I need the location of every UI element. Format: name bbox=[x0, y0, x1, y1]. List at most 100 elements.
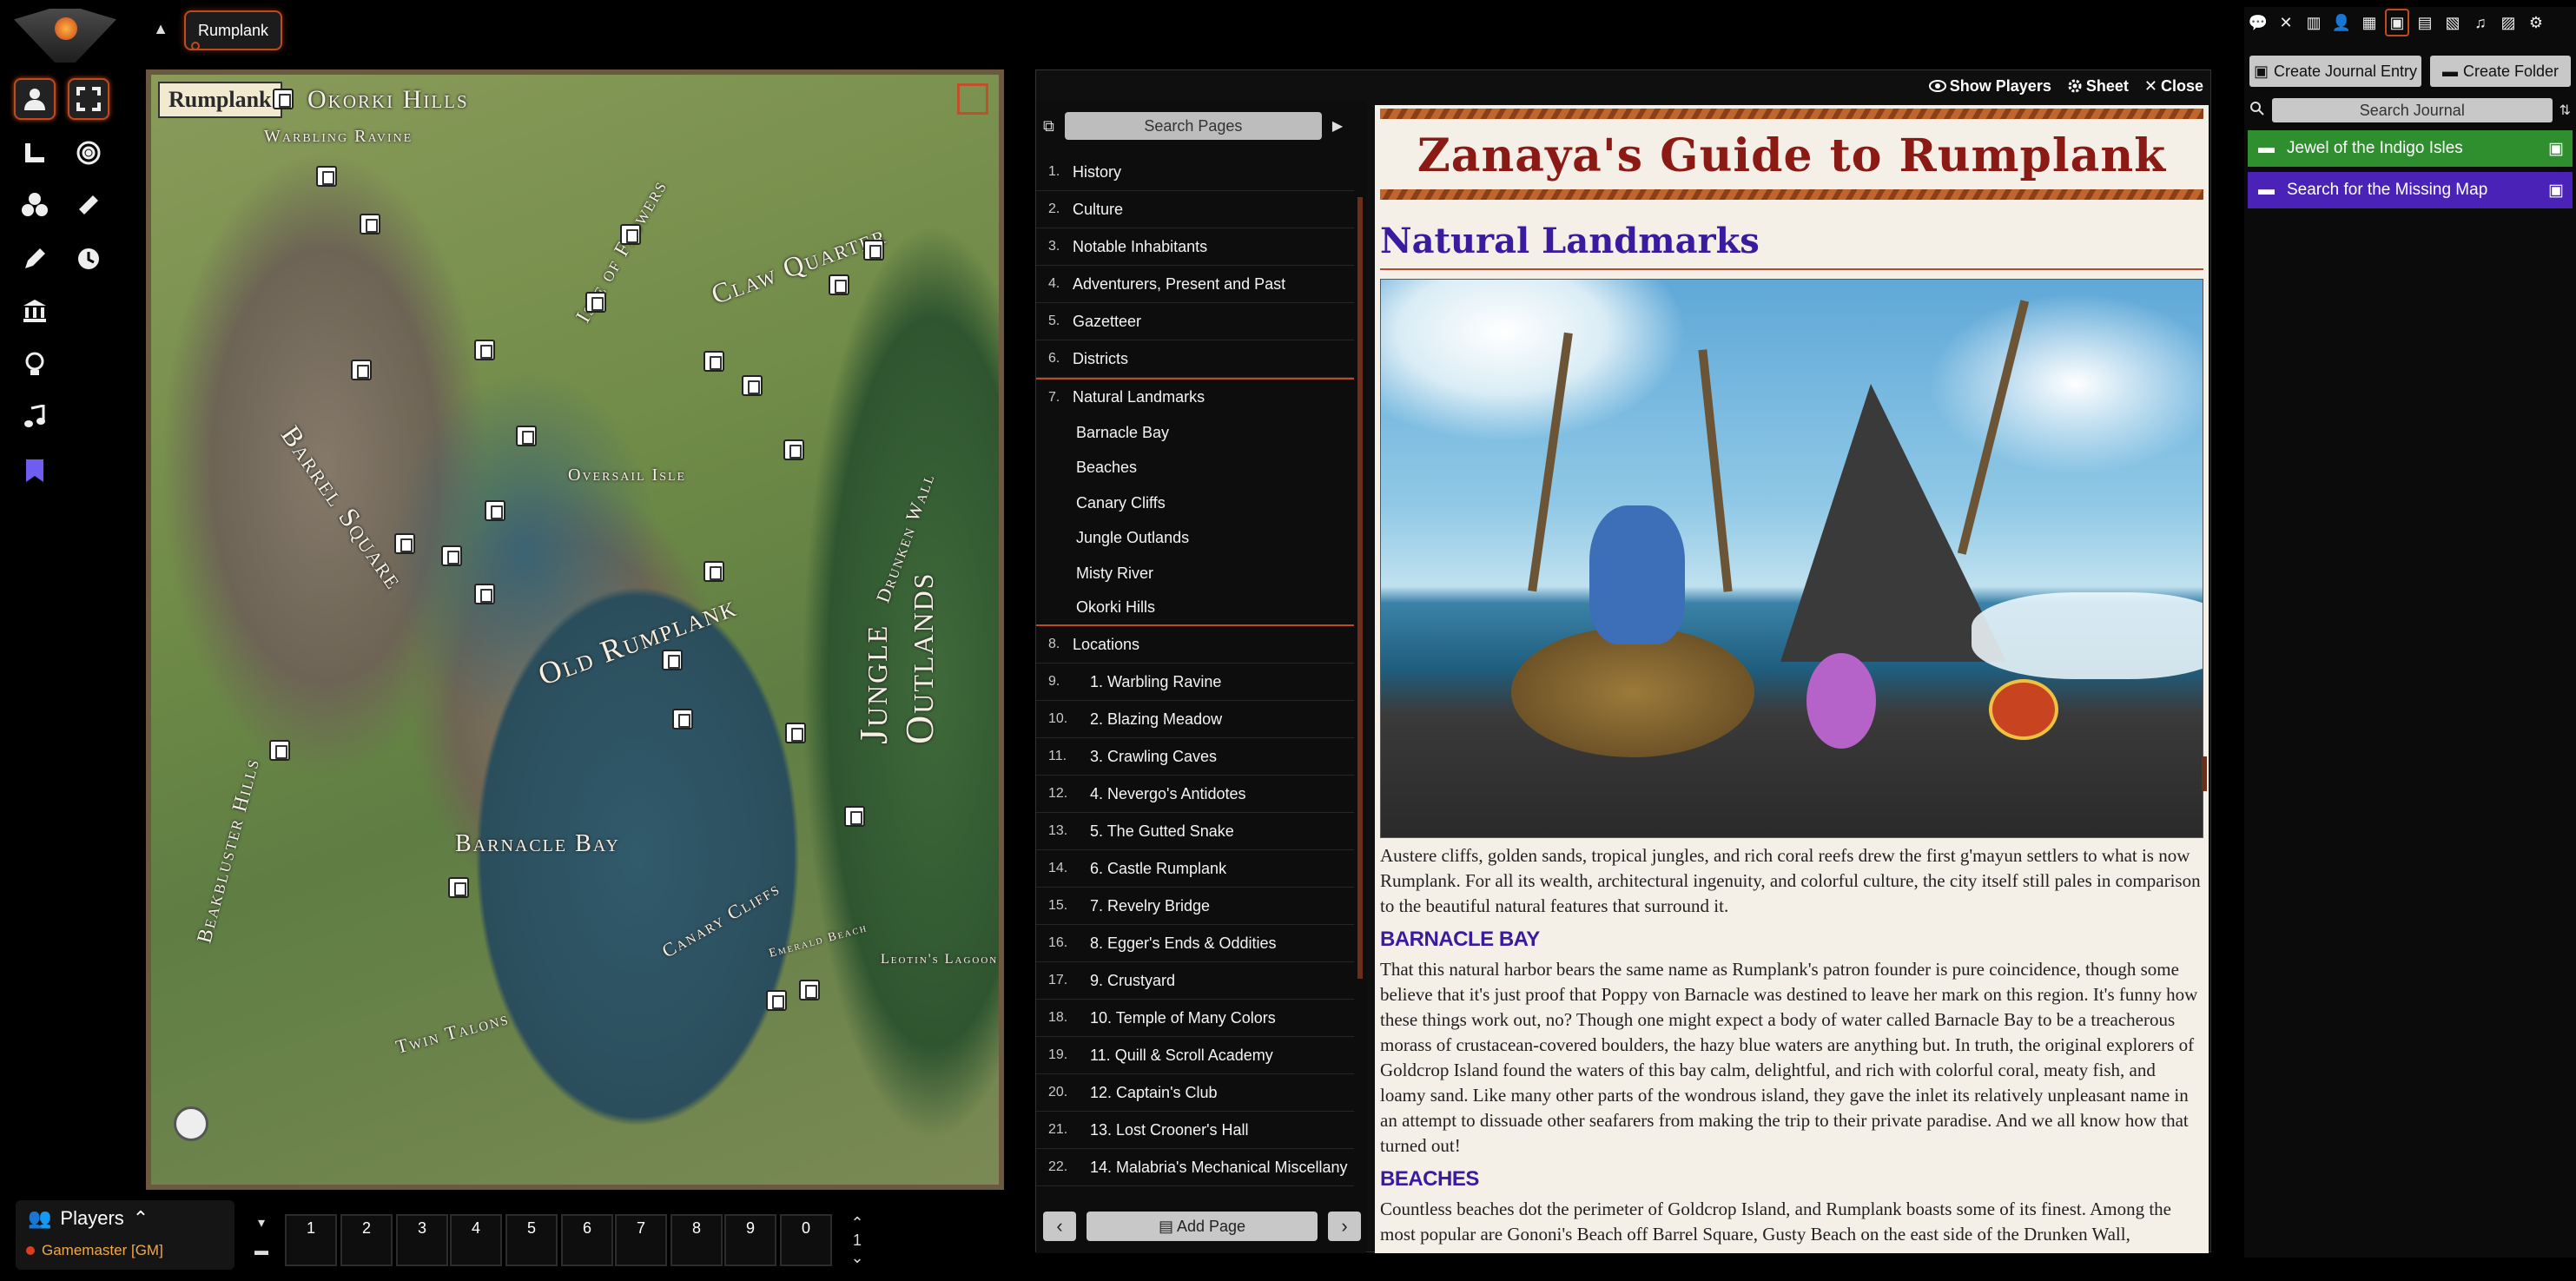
journal-page-content[interactable]: Zanaya's Guide to Rumplank Natural Landm… bbox=[1375, 105, 2209, 1253]
ruler-icon[interactable] bbox=[68, 184, 109, 226]
sheet-config-button[interactable]: Sheet bbox=[2067, 77, 2129, 96]
items-tab-icon[interactable]: ▦ bbox=[2357, 9, 2381, 36]
macro-slot[interactable]: 1 bbox=[285, 1214, 337, 1266]
map-note-pin[interactable] bbox=[316, 166, 337, 187]
map-note-pin[interactable] bbox=[585, 292, 606, 313]
page-item[interactable]: 8. Locations bbox=[1036, 626, 1354, 664]
show-players-button[interactable]: Show Players bbox=[1928, 77, 2051, 96]
chevron-down-icon[interactable]: ⌄ bbox=[844, 1249, 870, 1266]
macro-slot[interactable]: 2 bbox=[340, 1214, 393, 1266]
scenes-tab-icon[interactable]: ▥ bbox=[2302, 9, 2326, 36]
map-note-pin[interactable] bbox=[703, 561, 724, 582]
page-heading-item[interactable]: Canary Cliffs bbox=[1036, 485, 1354, 521]
page-list-scrollbar[interactable] bbox=[1357, 197, 1363, 979]
previous-page-button[interactable]: ‹ bbox=[1043, 1212, 1076, 1241]
players-header[interactable]: 👥 Players ⌃ bbox=[28, 1207, 149, 1230]
next-page-button[interactable]: › bbox=[1328, 1212, 1361, 1241]
settings-tab-icon[interactable]: ⚙ bbox=[2524, 9, 2548, 36]
combat-tab-icon[interactable]: ✕ bbox=[2274, 9, 2298, 36]
map-note-pin[interactable] bbox=[799, 980, 820, 1000]
sort-icon[interactable]: ⇅ bbox=[2559, 102, 2571, 119]
walls-icon[interactable] bbox=[14, 290, 56, 332]
page-item-active[interactable]: 7. Natural Landmarks bbox=[1036, 378, 1354, 415]
page-item[interactable]: 3. Notable Inhabitants bbox=[1036, 228, 1354, 266]
page-item[interactable]: 16. 8. Egger's Ends & Oddities bbox=[1036, 925, 1354, 962]
sound-icon[interactable] bbox=[14, 396, 56, 438]
map-note-pin[interactable] bbox=[273, 89, 294, 109]
tables-tab-icon[interactable]: ▤ bbox=[2413, 9, 2437, 36]
token-controls-icon[interactable] bbox=[14, 78, 56, 120]
measure-icon[interactable] bbox=[14, 132, 56, 174]
tiles-icon[interactable] bbox=[14, 184, 56, 226]
macro-folder-icon[interactable]: ▬ bbox=[250, 1244, 273, 1259]
page-item[interactable]: 12. 4. Nevergo's Antidotes bbox=[1036, 776, 1354, 813]
map-note-pin[interactable] bbox=[662, 650, 683, 670]
expand-arrow-icon[interactable]: ▶ bbox=[1332, 117, 1343, 135]
page-item[interactable]: 22. 14. Malabria's Mechanical Miscellany bbox=[1036, 1149, 1354, 1186]
scene-tab-rumplank[interactable]: Rumplank bbox=[184, 10, 283, 50]
macro-slot[interactable]: 0 bbox=[780, 1214, 832, 1266]
page-item[interactable]: 20. 12. Captain's Club bbox=[1036, 1074, 1354, 1112]
page-item[interactable]: 21. 13. Lost Crooner's Hall bbox=[1036, 1112, 1354, 1149]
macro-slot[interactable]: 9 bbox=[724, 1214, 776, 1266]
fullscreen-icon[interactable] bbox=[68, 78, 109, 120]
page-item[interactable]: 5. Gazetteer bbox=[1036, 303, 1354, 340]
draw-icon[interactable] bbox=[14, 238, 56, 280]
map-note-pin[interactable] bbox=[448, 877, 469, 898]
map-note-pin[interactable] bbox=[516, 426, 537, 446]
page-heading-item[interactable]: Misty River bbox=[1036, 556, 1354, 591]
map-note-pin[interactable] bbox=[844, 806, 865, 827]
chat-tab-icon[interactable]: 💬 bbox=[2246, 9, 2270, 36]
compendium-tab-icon[interactable]: ▨ bbox=[2496, 9, 2520, 36]
create-journal-entry-button[interactable]: ▣ Create Journal Entry bbox=[2249, 56, 2421, 87]
create-entry-in-folder-icon[interactable]: ▣ bbox=[2548, 181, 2564, 201]
map-note-pin[interactable] bbox=[863, 240, 884, 261]
page-item[interactable]: 11. 3. Crawling Caves bbox=[1036, 738, 1354, 776]
chevron-up-icon[interactable]: ⌃ bbox=[844, 1214, 870, 1231]
actors-tab-icon[interactable]: 👤 bbox=[2329, 9, 2354, 36]
page-item[interactable]: 14. 6. Castle Rumplank bbox=[1036, 850, 1354, 888]
chevron-down-icon[interactable]: ▾ bbox=[250, 1214, 273, 1231]
close-button[interactable]: ✕ Close bbox=[2144, 77, 2203, 96]
create-entry-in-folder-icon[interactable]: ▣ bbox=[2548, 139, 2564, 159]
macro-slot[interactable]: 3 bbox=[396, 1214, 448, 1266]
page-heading-item[interactable]: Okorki Hills bbox=[1036, 591, 1354, 626]
map-note-pin[interactable] bbox=[485, 500, 505, 521]
map-note-pin[interactable] bbox=[351, 360, 372, 380]
page-item[interactable]: 15. 7. Revelry Bridge bbox=[1036, 888, 1354, 925]
lighting-icon[interactable] bbox=[14, 344, 56, 386]
app-logo[interactable] bbox=[14, 9, 116, 63]
map-note-pin[interactable] bbox=[785, 723, 806, 743]
journal-tab-icon[interactable]: ▣ bbox=[2385, 9, 2409, 36]
players-list[interactable]: 👥 Players ⌃ Gamemaster [GM] bbox=[16, 1200, 234, 1270]
map-note-pin[interactable] bbox=[474, 340, 495, 360]
playlists-tab-icon[interactable]: ♫ bbox=[2468, 9, 2493, 36]
map-note-pin[interactable] bbox=[829, 274, 849, 295]
collapse-sidebar-icon[interactable]: ⧉ bbox=[1043, 117, 1054, 135]
page-scrollbar[interactable] bbox=[2202, 756, 2207, 791]
macro-slot[interactable]: 7 bbox=[615, 1214, 667, 1266]
map-note-pin[interactable] bbox=[360, 214, 380, 234]
map-note-pin[interactable] bbox=[394, 533, 415, 554]
map-note-pin[interactable] bbox=[703, 351, 724, 372]
target-icon[interactable] bbox=[68, 132, 109, 174]
page-heading-item[interactable]: Barnacle Bay bbox=[1036, 415, 1354, 451]
macro-slot[interactable]: 6 bbox=[561, 1214, 613, 1266]
macro-slot[interactable]: 5 bbox=[505, 1214, 558, 1266]
create-folder-button[interactable]: ▬ Create Folder bbox=[2430, 56, 2571, 87]
page-item[interactable]: 13. 5. The Gutted Snake bbox=[1036, 813, 1354, 850]
search-journal-input[interactable]: Search Journal bbox=[2272, 98, 2553, 122]
page-heading-item[interactable]: Jungle Outlands bbox=[1036, 521, 1354, 557]
page-item[interactable]: 9. 1. Warbling Ravine bbox=[1036, 664, 1354, 701]
map-note-pin[interactable] bbox=[441, 545, 462, 566]
clock-icon[interactable] bbox=[68, 238, 109, 280]
page-item[interactable]: 6. Districts bbox=[1036, 340, 1354, 378]
map-note-pin[interactable] bbox=[269, 740, 290, 761]
page-item[interactable]: 4. Adventurers, Present and Past bbox=[1036, 266, 1354, 303]
map-note-pin[interactable] bbox=[766, 990, 787, 1011]
page-item[interactable]: 1. History bbox=[1036, 154, 1354, 191]
map-note-pin[interactable] bbox=[620, 224, 641, 245]
journal-folder[interactable]: ▬ Jewel of the Indigo Isles ▣ bbox=[2248, 130, 2573, 167]
notes-icon[interactable] bbox=[14, 450, 56, 492]
macro-slot[interactable]: 8 bbox=[670, 1214, 723, 1266]
